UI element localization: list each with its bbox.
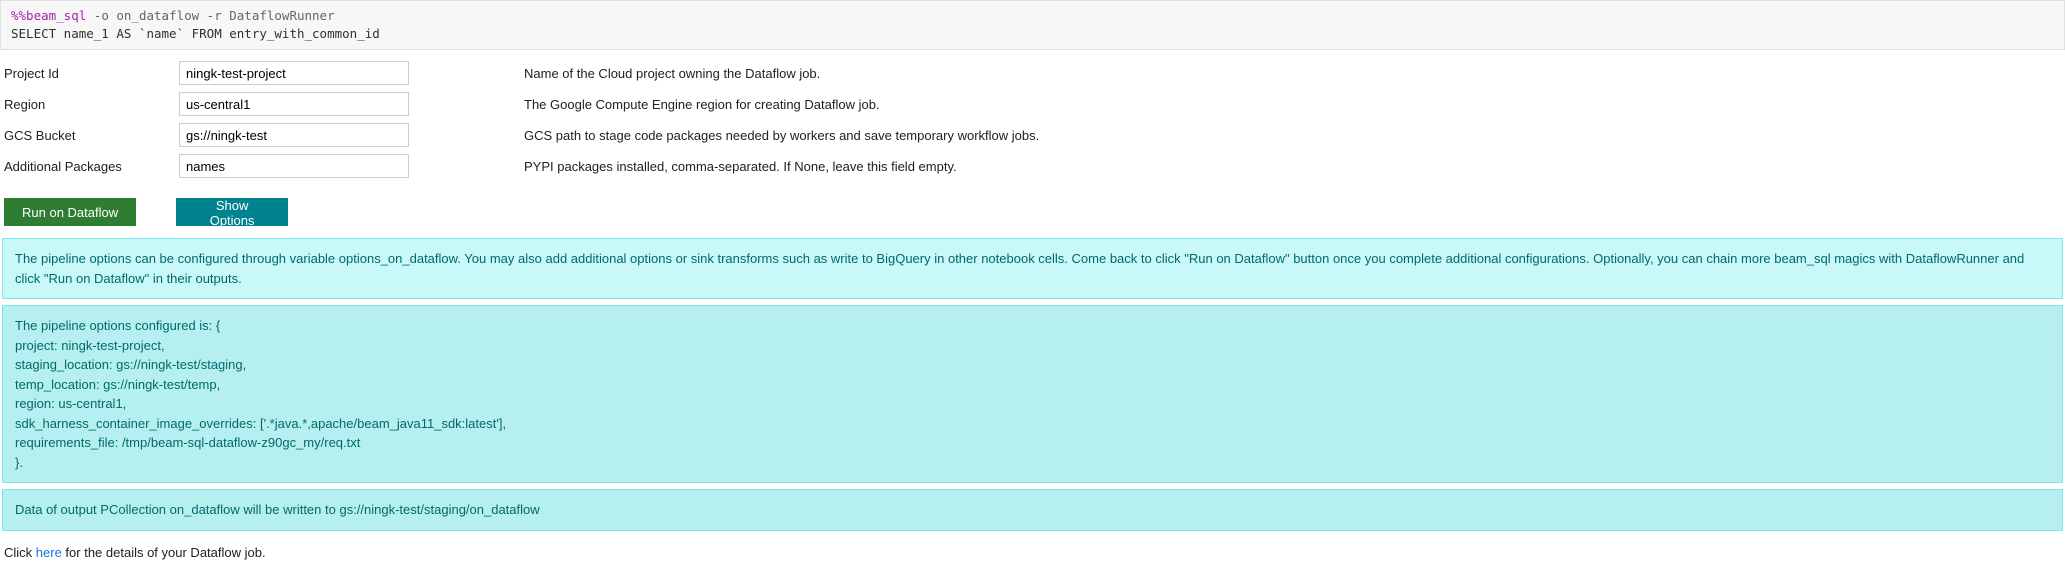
options-line: project: ningk-test-project, xyxy=(15,336,2050,356)
code-opts: -o on_dataflow -r DataflowRunner xyxy=(86,8,334,23)
label-project-id: Project Id xyxy=(4,66,179,81)
row-gcs-bucket: GCS Bucket GCS path to stage code packag… xyxy=(4,122,2061,148)
footer-prefix: Click xyxy=(4,545,36,560)
label-additional-packages: Additional Packages xyxy=(4,159,179,174)
input-project-id[interactable] xyxy=(179,61,409,85)
input-region[interactable] xyxy=(179,92,409,116)
input-additional-packages[interactable] xyxy=(179,154,409,178)
footer-suffix: for the details of your Dataflow job. xyxy=(62,545,266,560)
show-options-button[interactable]: Show Options xyxy=(176,198,288,226)
info-output-location: Data of output PCollection on_dataflow w… xyxy=(2,489,2063,531)
dataflow-job-link[interactable]: here xyxy=(36,545,62,560)
label-region: Region xyxy=(4,97,179,112)
input-gcs-bucket[interactable] xyxy=(179,123,409,147)
row-region: Region The Google Compute Engine region … xyxy=(4,91,2061,117)
desc-gcs-bucket: GCS path to stage code packages needed b… xyxy=(524,128,1039,143)
desc-additional-packages: PYPI packages installed, comma-separated… xyxy=(524,159,957,174)
options-line: staging_location: gs://ningk-test/stagin… xyxy=(15,355,2050,375)
label-gcs-bucket: GCS Bucket xyxy=(4,128,179,143)
options-line: region: us-central1, xyxy=(15,394,2050,414)
form-area: Project Id Name of the Cloud project own… xyxy=(0,50,2065,196)
options-line: }. xyxy=(15,453,2050,473)
row-project-id: Project Id Name of the Cloud project own… xyxy=(4,60,2061,86)
code-cell[interactable]: %%beam_sql -o on_dataflow -r DataflowRun… xyxy=(0,0,2065,50)
options-line: requirements_file: /tmp/beam-sql-dataflo… xyxy=(15,433,2050,453)
options-line: temp_location: gs://ningk-test/temp, xyxy=(15,375,2050,395)
row-additional-packages: Additional Packages PYPI packages instal… xyxy=(4,153,2061,179)
info-options-configured: The pipeline options configured is: { pr… xyxy=(2,305,2063,483)
code-sql: SELECT name_1 AS `name` FROM entry_with_… xyxy=(11,26,380,41)
desc-project-id: Name of the Cloud project owning the Dat… xyxy=(524,66,820,81)
options-line: sdk_harness_container_image_overrides: [… xyxy=(15,414,2050,434)
desc-region: The Google Compute Engine region for cre… xyxy=(524,97,880,112)
button-row: Run on Dataflow Show Options xyxy=(0,196,2065,232)
run-on-dataflow-button[interactable]: Run on Dataflow xyxy=(4,198,136,226)
footer-line: Click here for the details of your Dataf… xyxy=(0,537,2065,564)
options-line: The pipeline options configured is: { xyxy=(15,316,2050,336)
code-magic: %%beam_sql xyxy=(11,8,86,23)
info-configure-note: The pipeline options can be configured t… xyxy=(2,238,2063,299)
